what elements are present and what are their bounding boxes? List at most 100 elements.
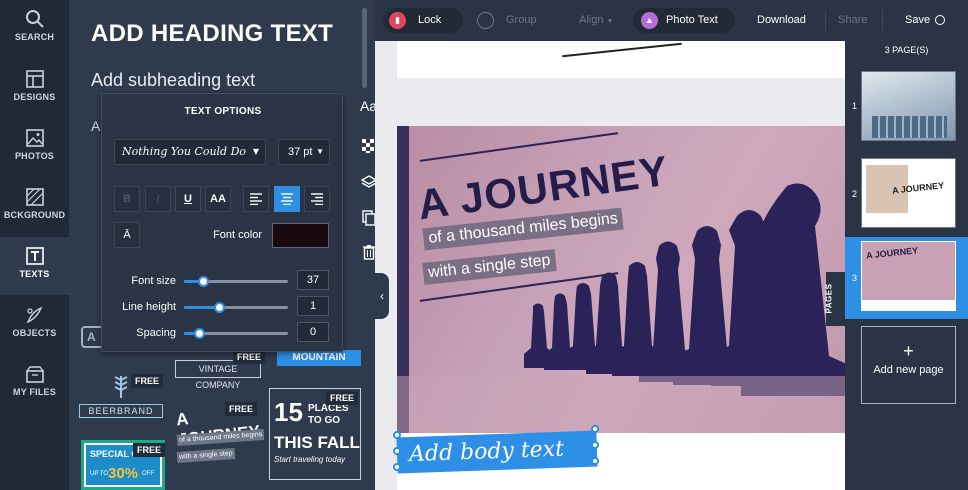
checker-icon	[361, 139, 374, 153]
rail-label: TEXTS	[19, 269, 50, 279]
group-icon	[477, 11, 494, 29]
template-beerbrand[interactable]: BEERBRAND FREE	[79, 372, 165, 430]
slider-knob[interactable]	[193, 328, 205, 339]
page-number: 1	[852, 101, 858, 111]
slider-knob[interactable]	[214, 302, 226, 313]
align-dropdown[interactable]: Align ▼	[579, 0, 613, 41]
rail-label: OBJECTS	[12, 328, 57, 338]
underline-button[interactable]: U	[175, 186, 201, 212]
page-number: 3	[852, 273, 858, 283]
line-height-slider[interactable]	[184, 302, 288, 313]
font-size-select[interactable]: 37 pt ▼	[278, 139, 330, 165]
selected-body-text[interactable]: Add body text	[396, 430, 598, 474]
font-size-slider[interactable]	[184, 276, 288, 287]
font-color-label: Font color	[213, 229, 262, 241]
italic-button[interactable]: I	[145, 186, 171, 212]
line-height-input[interactable]: 1	[297, 296, 329, 316]
wheat-icon	[114, 376, 128, 398]
rail-search[interactable]: SEARCH	[0, 0, 69, 58]
page-thumbnail-2[interactable]: A JOURNEY	[861, 158, 956, 228]
canvas-area: A JOURNEY of a thousand miles begins wit…	[375, 41, 845, 490]
bold-button[interactable]: B	[114, 186, 140, 212]
template-a-journey[interactable]: A JOURNEY of a thousand miles begins wit…	[173, 398, 265, 478]
font-size-input[interactable]: 37	[297, 270, 329, 290]
add-heading-text[interactable]: ADD HEADING TEXT	[91, 20, 333, 48]
page-thumbnail-1[interactable]	[861, 71, 956, 141]
template-text: Start traveling today	[274, 455, 346, 464]
photo-text-label: Photo Text	[666, 14, 718, 26]
rail-label: BCKGROUND	[3, 210, 66, 220]
line-height-label: Line height	[122, 301, 176, 313]
lock-wrap: ▮ Lock	[389, 0, 441, 41]
align-center-button[interactable]	[274, 186, 300, 212]
rail-objects[interactable]: OBJECTS	[0, 296, 69, 354]
template-text: TO GO	[308, 415, 341, 426]
plus-icon: +	[903, 341, 914, 361]
align-label: Align	[579, 14, 604, 26]
add-subheading-text[interactable]: Add subheading text	[91, 70, 255, 91]
texts-icon	[25, 247, 44, 265]
resize-handle[interactable]	[393, 463, 401, 471]
photo-text-button[interactable]: ▲ Photo Text	[633, 8, 735, 33]
align-left-button[interactable]	[243, 186, 269, 212]
chevron-down-icon: ▼	[252, 147, 259, 156]
align-right-icon	[311, 193, 323, 206]
template-special-offer[interactable]: SPECIAL OFFER UP TO 30% OFF FREE	[81, 440, 165, 490]
rail-background[interactable]: BCKGROUND	[0, 178, 69, 236]
free-badge: FREE	[132, 443, 165, 457]
template-text: 15	[274, 397, 303, 427]
divider	[882, 10, 883, 31]
free-badge: FREE	[232, 350, 265, 364]
text-options-title: TEXT OPTIONS	[184, 106, 262, 117]
resize-handle[interactable]	[393, 447, 401, 455]
download-button[interactable]: Download	[757, 0, 806, 41]
text-effect-button[interactable]: Ā	[114, 222, 140, 248]
rail-label: DESIGNS	[13, 92, 56, 102]
resize-handle[interactable]	[591, 457, 599, 465]
left-rail: SEARCH DESIGNS PHOTOS BCKGROUND TEXTS OB…	[0, 0, 69, 490]
pages-tab-label: PAGES	[824, 283, 834, 314]
page-2-canvas[interactable]	[397, 41, 845, 78]
collapse-panel-button[interactable]: ‹	[375, 273, 389, 319]
photo-text-wrap: ▲ Photo Text	[641, 0, 718, 41]
rail-label: SEARCH	[14, 32, 55, 42]
template-vintage-company[interactable]: VINTAGE COMPANY FREE	[169, 350, 265, 390]
resize-handle[interactable]	[591, 441, 599, 449]
share-button[interactable]: Share	[838, 0, 867, 41]
lock-button[interactable]: ▮ Lock	[383, 8, 463, 33]
rail-texts[interactable]: TEXTS	[0, 237, 69, 295]
font-select[interactable]: Nothing You Could Do ▼	[114, 139, 266, 165]
spacing-slider[interactable]	[184, 328, 288, 339]
panel-scrollbar[interactable]	[362, 8, 367, 88]
text-options-popup: TEXT OPTIONS Nothing You Could Do ▼ 37 p…	[101, 93, 343, 352]
photos-icon	[25, 129, 44, 147]
uppercase-button[interactable]: AA	[205, 186, 231, 212]
save-button[interactable]: Save	[905, 0, 946, 41]
rail-my-files[interactable]: MY FILES	[0, 355, 69, 413]
page-thumbnail-3[interactable]: A JOURNEY	[861, 241, 956, 311]
lock-label: Lock	[418, 14, 442, 26]
free-badge: FREE	[131, 374, 164, 388]
page-3-canvas[interactable]: A JOURNEY of a thousand miles begins wit…	[393, 126, 845, 490]
chevron-left-icon: ‹	[380, 289, 384, 303]
group-button[interactable]: Group	[477, 0, 537, 41]
font-size-value: 37 pt	[288, 146, 313, 158]
template-text: THIS FALL	[274, 433, 360, 452]
rail-designs[interactable]: DESIGNS	[0, 60, 69, 118]
resize-handle[interactable]	[591, 425, 599, 433]
align-left-icon	[250, 193, 262, 206]
slider-knob[interactable]	[197, 276, 209, 287]
font-size-label: Font size	[131, 275, 176, 287]
thumb-panels	[872, 116, 947, 138]
align-right-button[interactable]	[304, 186, 330, 212]
spacing-input[interactable]: 0	[297, 322, 329, 342]
rail-photos[interactable]: PHOTOS	[0, 119, 69, 177]
font-color-swatch[interactable]	[272, 223, 329, 248]
resize-handle[interactable]	[393, 431, 401, 439]
chess-photo[interactable]: A JOURNEY of a thousand miles begins wit…	[397, 126, 845, 433]
add-new-page-button[interactable]: + Add new page	[861, 326, 956, 404]
template-text: MOUNTAIN	[277, 350, 361, 366]
top-toolbar: ▮ Lock Group Align ▼ ▲ Photo Text Download…	[375, 0, 968, 41]
template-15-places[interactable]: 15 PLACES TO GO THIS FALL Start travelin…	[269, 388, 361, 480]
pages-tab[interactable]: PAGES	[824, 272, 845, 326]
